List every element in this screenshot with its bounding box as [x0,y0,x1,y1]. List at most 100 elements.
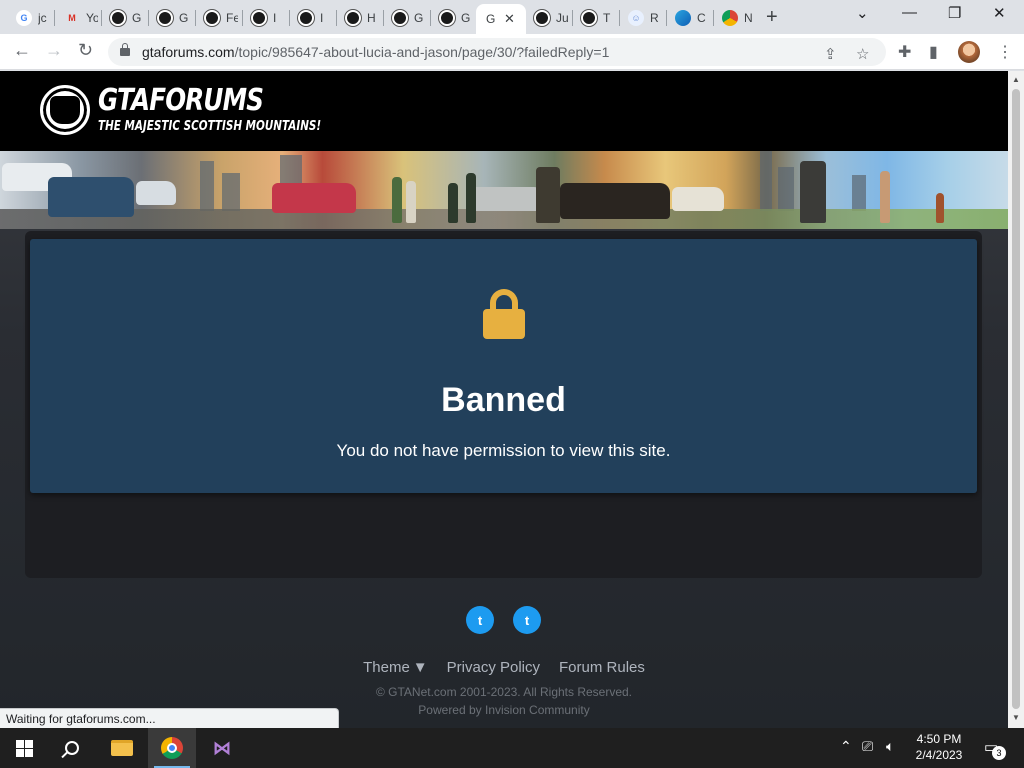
menu-icon[interactable]: ⋮ [997,42,1013,62]
tab-15[interactable]: C [667,4,709,32]
site-logo-title[interactable]: GTAFORUMS [98,83,264,118]
reload-button[interactable]: ↻ [78,40,93,61]
reddit-icon: ☺ [628,10,644,26]
gtaforums-icon [251,10,267,26]
scroll-up-icon[interactable]: ▲ [1012,75,1020,84]
profile-avatar[interactable] [958,41,980,63]
tab-label: R [650,11,659,25]
scrollbar-thumb[interactable] [1012,89,1020,709]
search-button[interactable] [48,728,96,768]
share-icon[interactable]: ⇪ [824,45,837,63]
google-icon: G [16,10,32,26]
forum-rules-link[interactable]: Forum Rules [559,659,645,676]
tray-expand-icon[interactable]: ⌃ [840,738,852,755]
close-window-button[interactable]: ✕ [993,4,1006,22]
tab-label: I [320,11,324,25]
gtaforums-icon [392,10,408,26]
site-banner-image [0,151,1008,229]
padlock-icon [483,289,525,339]
ban-message: You do not have permission to view this … [336,441,671,460]
tab-1[interactable]: G jc [8,4,50,32]
tab-label: C [697,11,706,25]
site-header: GTAFORUMS THE MAJESTIC SCOTTISH MOUNTAIN… [0,71,1008,151]
windows-icon [15,739,33,757]
gtaforums-icon [439,10,455,26]
ban-title: Banned [441,381,566,419]
url-host: gtaforums.com [142,44,235,60]
tab-label: G [179,11,189,25]
tab-14[interactable]: ☺ R [620,4,662,32]
tab-10[interactable]: G [431,4,473,32]
tab-3[interactable]: G [102,4,144,32]
forward-button[interactable]: → [45,40,63,61]
gtaforums-icon [534,10,550,26]
tab-9[interactable]: G [384,4,426,32]
folder-icon [111,740,133,756]
tab-label: Yo [86,11,98,25]
clock-date: 2/4/2023 [915,748,963,762]
tab-12[interactable]: Ju [526,4,568,32]
new-tab-button[interactable]: + [766,6,778,29]
tab-active[interactable]: G ✕ [476,4,526,34]
twitter-icon[interactable]: t [513,606,541,634]
bookmark-star-icon[interactable]: ☆ [856,45,869,63]
gtaforums-icon [581,10,597,26]
address-bar[interactable]: gtaforums.com/topic/985647-about-lucia-a… [108,38,886,66]
page-content: GTAFORUMS THE MAJESTIC SCOTTISH MOUNTAIN… [0,71,1008,728]
restore-button[interactable]: ❐ [948,4,961,22]
lock-icon[interactable] [120,43,130,56]
extensions-icon[interactable]: ✚ [898,42,911,62]
gtaforums-icon [204,10,220,26]
ban-card: Banned You do not have permission to vie… [30,239,977,493]
chrome-icon [722,10,738,26]
tab-label: G [414,11,424,25]
chrome-taskbar-button[interactable] [148,728,196,768]
tab-4[interactable]: G [149,4,191,32]
loading-status: Waiting for gtaforums.com... [0,708,339,728]
side-panel-icon[interactable]: ▮ [929,42,938,62]
twitter-icon[interactable]: t [466,606,494,634]
site-logo-subtitle: THE MAJESTIC SCOTTISH MOUNTAINS! [98,119,322,134]
url-text[interactable]: gtaforums.com/topic/985647-about-lucia-a… [142,44,609,60]
windows-taskbar: ⋈ ⌃ ⎚ 🔈︎ 4:50 PM 2/4/2023 ▭ 3 [0,728,1024,768]
chrome-icon [161,737,183,759]
theme-link[interactable]: Theme ▼ [363,659,428,676]
start-button[interactable] [0,728,48,768]
tab-8[interactable]: H [337,4,379,32]
gtaforums-icon [110,10,126,26]
tab-13[interactable]: T [573,4,615,32]
gtaforums-icon [157,10,173,26]
tab-label: H [367,11,376,25]
edge-icon [675,10,691,26]
gtaforums-icon [345,10,361,26]
back-button[interactable]: ← [13,40,31,61]
tab-label: I [273,11,277,25]
tab-strip: G jc M Yo G G Fe I I H G G G ✕ Ju T ☺ R … [0,0,1024,34]
minimize-button[interactable]: — [902,4,917,21]
tab-search-icon[interactable]: ⌄ [856,4,869,22]
network-icon[interactable]: ⎚ [862,738,873,755]
privacy-policy-link[interactable]: Privacy Policy [447,659,540,676]
tab-7[interactable]: I [290,4,332,32]
theme-label: Theme [363,659,410,676]
scroll-down-icon[interactable]: ▼ [1012,713,1020,722]
tab-label: Ju [556,11,568,25]
url-path: /topic/985647-about-lucia-and-jason/page… [234,44,610,60]
tab-2[interactable]: M Yo [56,4,98,32]
tab-label: T [603,11,611,25]
tab-16[interactable]: N [714,4,756,32]
file-explorer-button[interactable] [98,728,146,768]
gtaforums-logo-icon[interactable] [40,85,90,135]
page-scrollbar[interactable]: ▲ ▼ [1008,71,1024,728]
clock-time: 4:50 PM [916,732,962,746]
search-icon [65,741,79,755]
visual-studio-button[interactable]: ⋈ [198,728,246,768]
footer-links: Theme ▼ Privacy Policy Forum Rules [0,659,1008,676]
copyright-text: © GTANet.com 2001-2023. All Rights Reser… [375,685,633,699]
system-clock[interactable]: 4:50 PM 2/4/2023 [908,731,970,763]
volume-icon[interactable]: 🔈︎ [886,738,894,755]
close-tab-icon[interactable]: ✕ [504,11,515,27]
tab-6[interactable]: I [243,4,285,32]
tab-label: G [461,11,471,25]
tab-5[interactable]: Fe [196,4,238,32]
